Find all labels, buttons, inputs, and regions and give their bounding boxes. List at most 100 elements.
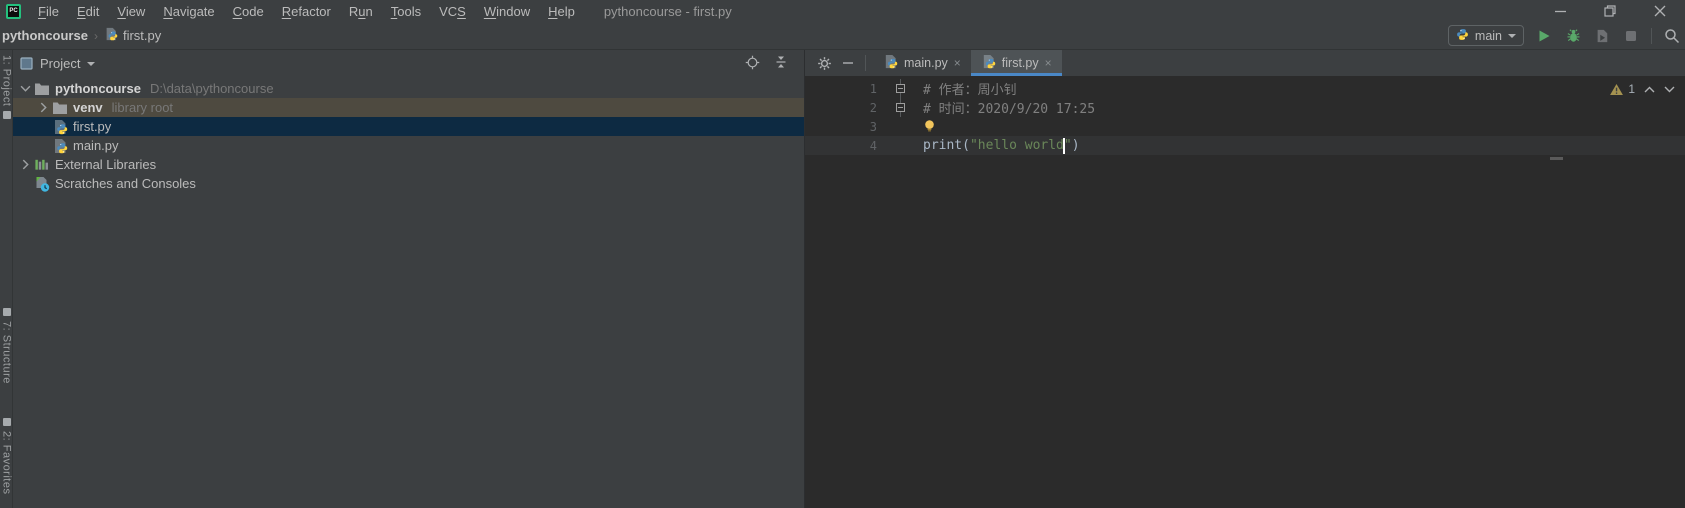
chevron-right-icon[interactable] <box>35 100 51 116</box>
code-line-1[interactable]: 1 # 作者：周小钊 <box>805 79 1685 98</box>
menu-window[interactable]: Window <box>475 4 539 19</box>
search-everywhere-icon[interactable] <box>1663 27 1681 45</box>
minimize-button[interactable] <box>1535 0 1585 22</box>
code-text <box>923 120 940 133</box>
analysis-mark <box>1550 157 1563 160</box>
intention-bulb-icon[interactable] <box>923 119 936 132</box>
code-lines: 1 # 作者：周小钊2# 时间：2020/9/20 17:253 4 print("h… <box>805 79 1685 155</box>
line-number: 1 <box>805 82 877 96</box>
main-content: 1: Project 7: Structure 2: Favorites Proje… <box>0 50 1685 508</box>
chevron-right-icon[interactable] <box>17 157 33 173</box>
tree-indent <box>35 119 51 135</box>
code-line-3[interactable]: 3 <box>805 117 1685 136</box>
close-button[interactable] <box>1635 0 1685 22</box>
favorites-stripe-icon <box>3 418 11 426</box>
window-controls <box>1535 0 1685 22</box>
line-number: 4 <box>805 139 877 153</box>
tool-stripe-structure[interactable]: 7: Structure <box>0 308 13 384</box>
code-editor[interactable]: 1 1 # 作者：周小钊2# 时间：2020/9/20 17:253 4 print(… <box>805 77 1685 508</box>
gear-icon[interactable] <box>815 50 833 76</box>
run-toolbar: main <box>1448 25 1683 46</box>
gutter-fold-column <box>877 117 923 136</box>
code-line-4[interactable]: 4 print("hello world") <box>805 136 1685 155</box>
pycharm-window: PC FileEditViewNavigateCodeRefactorRunTo… <box>0 0 1685 508</box>
menu-code[interactable]: Code <box>224 4 273 19</box>
close-tab-icon[interactable]: × <box>1045 57 1052 69</box>
library-icon <box>33 157 50 173</box>
collapse-all-icon[interactable] <box>774 55 788 72</box>
restore-button[interactable] <box>1585 0 1635 22</box>
menu-refactor[interactable]: Refactor <box>273 4 340 19</box>
menu-vcs[interactable]: VCS <box>430 4 475 19</box>
left-tool-window-stripe: 1: Project 7: Structure 2: Favorites <box>0 50 13 508</box>
code-text: print("hello world") <box>923 138 1080 154</box>
tree-item-label: main.py <box>73 138 119 153</box>
hide-panel-icon[interactable] <box>839 50 857 76</box>
editor-tabs: main.py × first.py× <box>873 50 1062 76</box>
chevron-down-icon <box>87 62 95 66</box>
breadcrumb: pythoncourse › first.py <box>2 27 161 44</box>
toolbar-separator <box>1651 28 1652 44</box>
project-tree: pythoncourseD:\data\pythoncoursevenvlibr… <box>13 77 804 508</box>
tree-item-external-libraries[interactable]: External Libraries <box>13 155 804 174</box>
tree-item-venv[interactable]: venvlibrary root <box>13 98 804 117</box>
tree-item-first-py[interactable]: first.py <box>13 117 804 136</box>
line-number: 2 <box>805 101 877 115</box>
stop-button[interactable] <box>1622 27 1640 45</box>
project-panel-title[interactable]: Project <box>20 56 95 71</box>
chevron-down-icon[interactable] <box>17 81 33 97</box>
select-opened-file-icon[interactable] <box>745 55 760 73</box>
code-text: # 作者：周小钊 <box>923 79 1017 98</box>
editor-tab-bar: main.py × first.py× <box>805 50 1685 77</box>
folder-icon <box>33 81 50 97</box>
folder-icon <box>51 100 68 116</box>
stripe-label: 1: Project <box>1 55 13 106</box>
code-line-2[interactable]: 2# 时间：2020/9/20 17:25 <box>805 98 1685 117</box>
breadcrumb-separator-icon: › <box>94 29 98 43</box>
editor-tab-main-py[interactable]: main.py × <box>873 50 971 76</box>
menu-run[interactable]: Run <box>340 4 382 19</box>
menu-tools[interactable]: Tools <box>382 4 430 19</box>
python-file-icon <box>883 54 898 72</box>
project-panel-title-label: Project <box>40 56 80 71</box>
stripe-label: 2: Favorites <box>1 431 13 494</box>
fold-marker-icon[interactable] <box>896 103 905 112</box>
structure-stripe-icon <box>3 308 11 316</box>
close-tab-icon[interactable]: × <box>954 57 961 69</box>
tree-item-label: first.py <box>73 119 111 134</box>
python-logo-icon <box>1456 28 1469 44</box>
project-tool-window: Project pythoncourseD:\data\pythoncourse… <box>13 50 805 508</box>
menu-file[interactable]: File <box>29 4 68 19</box>
run-with-coverage-icon[interactable] <box>1593 27 1611 45</box>
debug-button[interactable] <box>1564 27 1582 45</box>
menu-help[interactable]: Help <box>539 4 584 19</box>
window-title: pythoncourse - first.py <box>604 4 732 19</box>
tree-item-pythoncourse[interactable]: pythoncourseD:\data\pythoncourse <box>13 79 804 98</box>
tool-stripe-favorites[interactable]: 2: Favorites <box>0 418 13 494</box>
run-configuration-select[interactable]: main <box>1448 25 1524 46</box>
project-view-icon <box>20 57 33 70</box>
menu-view[interactable]: View <box>108 4 154 19</box>
stripe-label: 7: Structure <box>1 321 13 384</box>
tree-item-main-py[interactable]: main.py <box>13 136 804 155</box>
run-button[interactable] <box>1535 27 1553 45</box>
python-file-icon <box>51 119 68 135</box>
title-bar: PC FileEditViewNavigateCodeRefactorRunTo… <box>0 0 1685 22</box>
tool-stripe-project[interactable]: 1: Project <box>0 55 13 119</box>
editor-area: main.py × first.py× 1 1 # 作者：周小钊2# 时间：2020… <box>805 50 1685 508</box>
project-panel-actions <box>745 55 788 73</box>
fold-marker-icon[interactable] <box>896 84 905 93</box>
pycharm-logo-icon: PC <box>6 4 21 19</box>
editor-tab-first-py[interactable]: first.py× <box>971 50 1062 76</box>
breadcrumb-file[interactable]: first.py <box>104 27 161 44</box>
tree-item-scratches-and-consoles[interactable]: Scratches and Consoles <box>13 174 804 193</box>
menu-edit[interactable]: Edit <box>68 4 108 19</box>
breadcrumb-project[interactable]: pythoncourse <box>2 28 88 43</box>
tree-item-hint: library root <box>112 100 173 115</box>
tab-label: main.py <box>904 56 948 70</box>
tree-indent <box>35 138 51 154</box>
tree-item-label: Scratches and Consoles <box>55 176 196 191</box>
project-panel-header: Project <box>13 50 804 77</box>
menu-navigate[interactable]: Navigate <box>154 4 223 19</box>
navigation-bar: pythoncourse › first.py main <box>0 22 1685 50</box>
